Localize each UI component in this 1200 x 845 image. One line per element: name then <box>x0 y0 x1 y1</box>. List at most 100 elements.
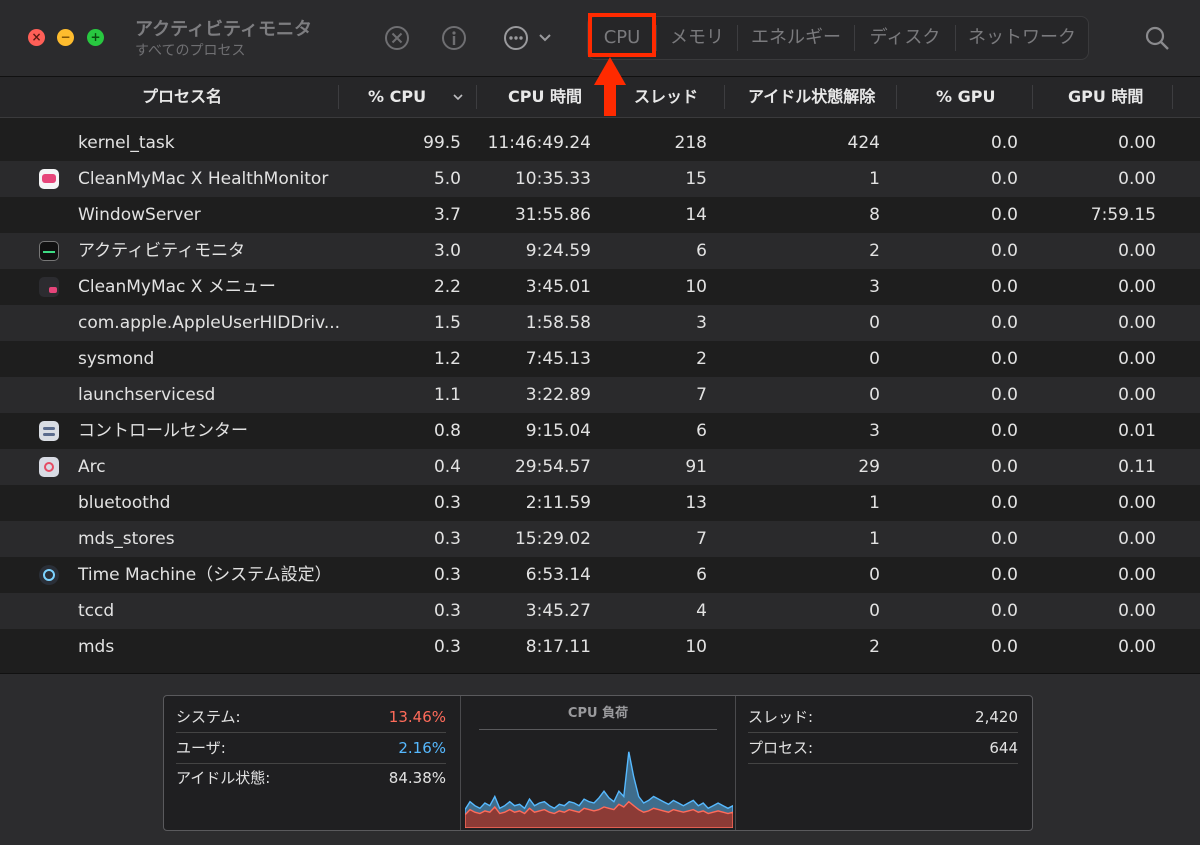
tab-energy[interactable]: エネルギー <box>738 17 854 59</box>
threads-cell: 15 <box>685 169 707 189</box>
cpu-time-cell: 9:24.59 <box>525 241 591 261</box>
process-row[interactable]: sysmond 1.2 7:45.13 2 0 0.0 0.00 <box>0 341 1200 377</box>
user-usage-row: ユーザ: 2.16% <box>176 733 446 764</box>
cpu-load-graph-title: CPU 負荷 <box>567 706 629 721</box>
process-row[interactable]: mds_stores 0.3 15:29.02 7 1 0.0 0.00 <box>0 521 1200 557</box>
idle-wakeups-cell: 1 <box>869 493 880 513</box>
gpu-percent-cell: 0.0 <box>990 565 1018 585</box>
threads-cell: 6 <box>696 241 707 261</box>
cpu-time-cell: 10:35.33 <box>514 169 591 189</box>
inspect-process-button[interactable] <box>440 24 468 52</box>
threads-cell: 4 <box>696 601 707 621</box>
idle-wakeups-cell: 3 <box>869 277 880 297</box>
threads-cell: 7 <box>696 385 707 405</box>
gpu-percent-cell: 0.0 <box>990 277 1018 297</box>
threads-cell: 3 <box>696 313 707 333</box>
tab-network[interactable]: ネットワーク <box>956 17 1088 59</box>
threads-cell: 6 <box>696 565 707 585</box>
cpu-percent-cell: 3.7 <box>433 205 461 225</box>
gpu-percent-cell: 0.0 <box>990 421 1018 441</box>
gpu-time-cell: 0.00 <box>1118 565 1156 585</box>
cpu-percent-cell: 0.3 <box>433 493 461 513</box>
gpu-percent-cell: 0.0 <box>990 313 1018 333</box>
cpu-percent-cell: 0.3 <box>433 637 461 657</box>
cpu-time-cell: 9:15.04 <box>525 421 591 441</box>
minimize-icon: − <box>60 30 71 44</box>
control-center-icon <box>39 421 59 441</box>
threads-cell: 10 <box>685 637 707 657</box>
thread-count-value: 2,420 <box>975 708 1018 726</box>
system-usage-value: 13.46% <box>388 708 446 726</box>
gpu-percent-cell: 0.0 <box>990 385 1018 405</box>
annotation-arrow-shaft <box>604 82 616 116</box>
cpu-time-cell: 1:58.58 <box>525 313 591 333</box>
window-title: アクティビティモニタ <box>135 19 312 40</box>
user-usage-label: ユーザ: <box>176 739 226 757</box>
system-usage-row: システム: 13.46% <box>176 702 446 733</box>
annotation-arrow-head <box>594 57 626 85</box>
zoom-window-button[interactable]: + <box>87 29 104 46</box>
gpu-time-cell: 0.00 <box>1118 313 1156 333</box>
close-window-button[interactable]: × <box>28 29 45 46</box>
idle-wakeups-cell: 0 <box>869 313 880 333</box>
gpu-percent-cell: 0.0 <box>990 349 1018 369</box>
process-row[interactable]: WindowServer 3.7 31:55.86 14 8 0.0 7:59.15 <box>0 197 1200 233</box>
cpu-percent-cell: 2.2 <box>433 277 461 297</box>
cpu-percent-cell: 99.5 <box>423 133 461 153</box>
stop-process-icon <box>385 26 409 50</box>
tab-memory[interactable]: メモリ <box>657 17 737 59</box>
process-row[interactable]: CleanMyMac X メニュー 2.2 3:45.01 10 3 0.0 0.00 <box>0 269 1200 305</box>
process-row[interactable]: tccd 0.3 3:45.27 4 0 0.0 0.00 <box>0 593 1200 629</box>
view-segmented-control: CPU メモリ エネルギー ディスク ネットワーク <box>587 16 1089 60</box>
cpu-time-cell: 11:46:49.24 <box>487 133 591 153</box>
column-header-gpu-percent[interactable]: % GPU <box>936 77 995 117</box>
activity-monitor-window: × − + アクティビティモニタ すべてのプロセス CPU メモリ エネルギー … <box>0 0 1200 845</box>
thread-count-label: スレッド: <box>748 708 814 726</box>
search-icon <box>1145 26 1169 50</box>
threads-cell: 91 <box>685 457 707 477</box>
window-subtitle: すべてのプロセス <box>135 43 246 59</box>
process-row[interactable]: mds 0.3 8:17.11 10 2 0.0 0.00 <box>0 629 1200 665</box>
process-table: kernel_task 99.5 11:46:49.24 218 424 0.0 0.00 C… <box>0 125 1200 672</box>
stop-process-button[interactable] <box>383 24 411 52</box>
column-header-gpu-time[interactable]: GPU 時間 <box>1068 77 1143 117</box>
cpu-percent-cell: 1.2 <box>433 349 461 369</box>
process-name-cell: bluetoothd <box>78 493 171 513</box>
column-header-process-name[interactable]: プロセス名 <box>142 77 222 117</box>
ellipsis-circle-icon <box>504 26 528 50</box>
zoom-icon: + <box>90 30 101 44</box>
cpu-time-cell: 15:29.02 <box>514 529 591 549</box>
graph-title-underline <box>479 729 717 730</box>
process-row[interactable]: bluetoothd 0.3 2:11.59 13 1 0.0 0.00 <box>0 485 1200 521</box>
process-name-cell: CleanMyMac X HealthMonitor <box>78 169 329 189</box>
gpu-time-cell: 0.00 <box>1118 385 1156 405</box>
cpu-time-cell: 6:53.14 <box>525 565 591 585</box>
idle-wakeups-cell: 1 <box>869 169 880 189</box>
column-header-cpu-time[interactable]: CPU 時間 <box>508 77 582 117</box>
process-row[interactable]: アクティビティモニタ 3.0 9:24.59 6 2 0.0 0.00 <box>0 233 1200 269</box>
tab-disk[interactable]: ディスク <box>855 17 955 59</box>
process-row[interactable]: launchservicesd 1.1 3:22.89 7 0 0.0 0.00 <box>0 377 1200 413</box>
cleanmymac-menu-icon <box>39 277 59 297</box>
gpu-percent-cell: 0.0 <box>990 493 1018 513</box>
column-header-idle-wakeups[interactable]: アイドル状態解除 <box>748 77 875 117</box>
idle-wakeups-cell: 0 <box>869 349 880 369</box>
process-row[interactable]: コントロールセンター 0.8 9:15.04 6 3 0.0 0.01 <box>0 413 1200 449</box>
minimize-window-button[interactable]: − <box>57 29 74 46</box>
cpu-usage-breakdown: システム: 13.46% ユーザ: 2.16% アイドル状態: 84.38% <box>164 696 461 830</box>
process-row[interactable]: kernel_task 99.5 11:46:49.24 218 424 0.0 0.00 <box>0 125 1200 161</box>
idle-wakeups-cell: 0 <box>869 565 880 585</box>
more-actions-button[interactable] <box>502 24 554 52</box>
process-row[interactable]: Arc 0.4 29:54.57 91 29 0.0 0.11 <box>0 449 1200 485</box>
idle-wakeups-cell: 8 <box>869 205 880 225</box>
process-row[interactable]: com.apple.AppleUserHIDDriv... 1.5 1:58.58 3… <box>0 305 1200 341</box>
gpu-percent-cell: 0.0 <box>990 133 1018 153</box>
column-header-cpu-percent[interactable]: % CPU <box>368 77 426 117</box>
cpu-percent-cell: 0.3 <box>433 565 461 585</box>
column-divider <box>896 85 897 109</box>
column-header-threads[interactable]: スレッド <box>634 77 698 117</box>
process-row[interactable]: Time Machine（システム設定） 0.3 6:53.14 6 0 0.0 0.00 <box>0 557 1200 593</box>
process-row[interactable]: CleanMyMac X HealthMonitor 5.0 10:35.33 15 1… <box>0 161 1200 197</box>
search-button[interactable] <box>1143 24 1171 52</box>
cpu-time-cell: 2:11.59 <box>525 493 591 513</box>
